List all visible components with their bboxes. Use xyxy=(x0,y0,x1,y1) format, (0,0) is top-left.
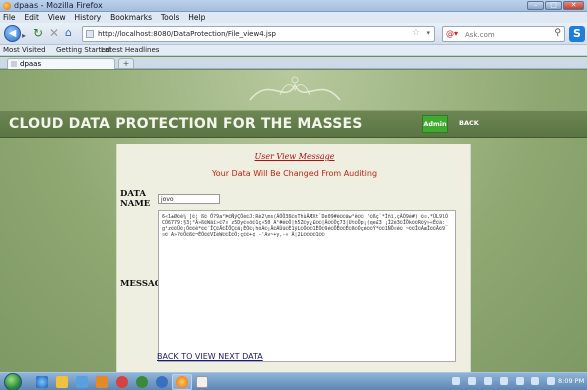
home-icon[interactable]: ⌂ xyxy=(65,26,72,40)
internet-explorer-icon[interactable] xyxy=(36,376,48,388)
page-icon xyxy=(86,30,94,38)
app-icon[interactable] xyxy=(196,376,208,388)
admin-button[interactable]: Admin xyxy=(422,115,448,133)
volume-icon[interactable] xyxy=(531,377,540,385)
url-text[interactable]: http://localhost:8080/DataProtection/Fil… xyxy=(98,30,276,38)
menu-view[interactable]: View xyxy=(45,12,69,22)
tray-icon[interactable] xyxy=(515,377,524,385)
app-icon[interactable] xyxy=(156,376,168,388)
encrypted-message-text: 6«1±Ø©ê¼ ]©¦ ß© Ö?9a²Þ©ÑÿÇÕè©J:Rè2\ms(ÃÓ… xyxy=(162,214,448,238)
search-engine-icon[interactable]: @▾ xyxy=(446,29,458,38)
app-icon[interactable] xyxy=(96,376,108,388)
tab-label: dpaas xyxy=(20,60,42,68)
page-heading: User View Message xyxy=(254,152,335,161)
tab-favicon xyxy=(11,61,17,67)
close-window-button[interactable]: ✕ xyxy=(563,1,584,10)
firefox-icon xyxy=(3,2,11,10)
back-to-view-next-data-link[interactable]: BACK TO VIEW NEXT DATA xyxy=(157,352,263,361)
media-player-icon[interactable] xyxy=(76,376,88,388)
forward-arrow-icon[interactable]: ▸ xyxy=(22,29,26,43)
content-panel: User View Message Your Data Will Be Chan… xyxy=(116,144,471,372)
menu-bar: File Edit View History Bookmarks Tools H… xyxy=(0,12,587,23)
tray-icon[interactable] xyxy=(452,377,460,385)
stop-icon[interactable]: ✕ xyxy=(49,26,59,40)
floral-ornament-icon xyxy=(249,76,341,101)
folder-icon[interactable] xyxy=(56,376,68,388)
bookmarks-toolbar: Most Visited Getting Started Latest Head… xyxy=(0,45,587,56)
taskbar-clock[interactable]: 8:09 PM xyxy=(558,377,584,385)
app-icon[interactable] xyxy=(116,376,128,388)
start-button[interactable] xyxy=(4,373,22,390)
menu-help[interactable]: Help xyxy=(185,12,208,22)
data-name-field[interactable] xyxy=(158,194,220,204)
tray-icon[interactable] xyxy=(499,377,508,385)
reload-icon[interactable]: ↻ xyxy=(33,26,43,40)
window-titlebar: dpaas - Mozilla Firefox – □ ✕ xyxy=(0,0,587,12)
back-arrow-icon[interactable]: ◀ xyxy=(4,25,21,42)
bookmark-latest-headlines[interactable]: Latest Headlines xyxy=(101,46,159,54)
web-page: CLOUD DATA PROTECTION FOR THE MASSES Adm… xyxy=(0,70,587,372)
app-icon[interactable] xyxy=(136,376,148,388)
address-bar[interactable]: http://localhost:8080/DataProtection/Fil… xyxy=(82,26,435,42)
maximize-button[interactable]: □ xyxy=(545,1,562,10)
bookmark-most-visited[interactable]: Most Visited xyxy=(3,46,46,54)
next-data-link-wrapper: BACK TO VIEW NEXT DATA xyxy=(157,352,263,362)
menu-edit[interactable]: Edit xyxy=(21,12,42,22)
tray-icon[interactable] xyxy=(483,377,492,385)
navigation-toolbar: ◀ ▸ ↻ ✕ ⌂ http://localhost:8080/DataProt… xyxy=(0,23,587,45)
new-tab-button[interactable]: + xyxy=(118,58,134,69)
minimize-button[interactable]: – xyxy=(527,1,544,10)
back-link[interactable]: BACK xyxy=(459,119,479,127)
firefox-taskbar-icon[interactable] xyxy=(176,376,188,388)
tab-strip: dpaas + xyxy=(0,57,587,69)
tray-icon[interactable] xyxy=(467,377,476,385)
data-name-label: DATA NAME xyxy=(120,189,156,209)
menu-history[interactable]: History xyxy=(72,12,105,22)
search-input[interactable] xyxy=(465,29,545,40)
network-icon[interactable] xyxy=(547,377,556,385)
audit-notice: Your Data Will Be Changed From Auditing xyxy=(211,169,378,178)
tab-dpaas[interactable]: dpaas xyxy=(7,58,115,69)
message-textarea[interactable]: 6«1±Ø©ê¼ ]©¦ ß© Ö?9a²Þ©ÑÿÇÕè©J:Rè2\ms(ÃÓ… xyxy=(158,210,456,362)
system-tray xyxy=(452,377,560,388)
menu-file[interactable]: File xyxy=(0,12,19,22)
menu-tools[interactable]: Tools xyxy=(158,12,182,22)
bookmark-star-icon[interactable]: ☆ xyxy=(412,28,420,38)
data-name-label-text: DATA NAME xyxy=(120,189,151,209)
window-title: dpaas - Mozilla Firefox xyxy=(14,1,103,10)
search-bar[interactable]: @▾ ⚲ xyxy=(442,26,565,42)
url-dropdown-icon[interactable]: ▾ xyxy=(426,29,430,37)
menu-bookmarks[interactable]: Bookmarks xyxy=(107,12,155,22)
windows-taskbar: 8:09 PM xyxy=(0,372,587,390)
site-header: CLOUD DATA PROTECTION FOR THE MASSES Adm… xyxy=(0,110,587,138)
search-icon[interactable]: ⚲ xyxy=(554,28,561,38)
site-title: CLOUD DATA PROTECTION FOR THE MASSES xyxy=(9,116,363,132)
skype-addon-icon[interactable]: S xyxy=(569,26,585,42)
